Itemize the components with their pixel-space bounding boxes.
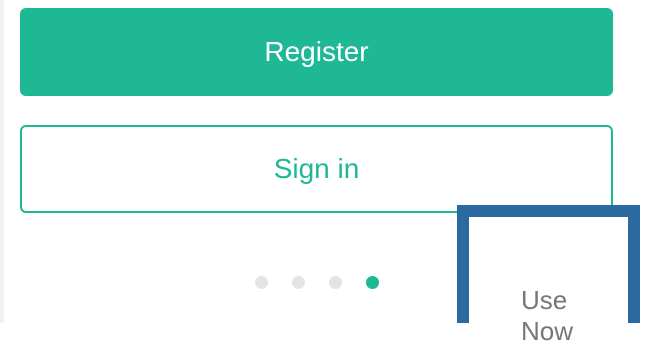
sign-in-button[interactable]: Sign in bbox=[20, 125, 613, 213]
page-dot-2 bbox=[292, 275, 305, 289]
highlight-overlay: Use Now bbox=[457, 205, 640, 346]
use-now-panel: Use Now bbox=[481, 229, 616, 346]
register-button[interactable]: Register bbox=[20, 8, 613, 96]
page-indicator bbox=[255, 275, 379, 289]
use-now-link[interactable]: Use Now bbox=[521, 285, 616, 347]
page-dot-4 bbox=[366, 275, 379, 289]
page-dot-1 bbox=[255, 275, 268, 289]
page-dot-3 bbox=[329, 275, 342, 289]
screen-edge bbox=[0, 0, 4, 323]
